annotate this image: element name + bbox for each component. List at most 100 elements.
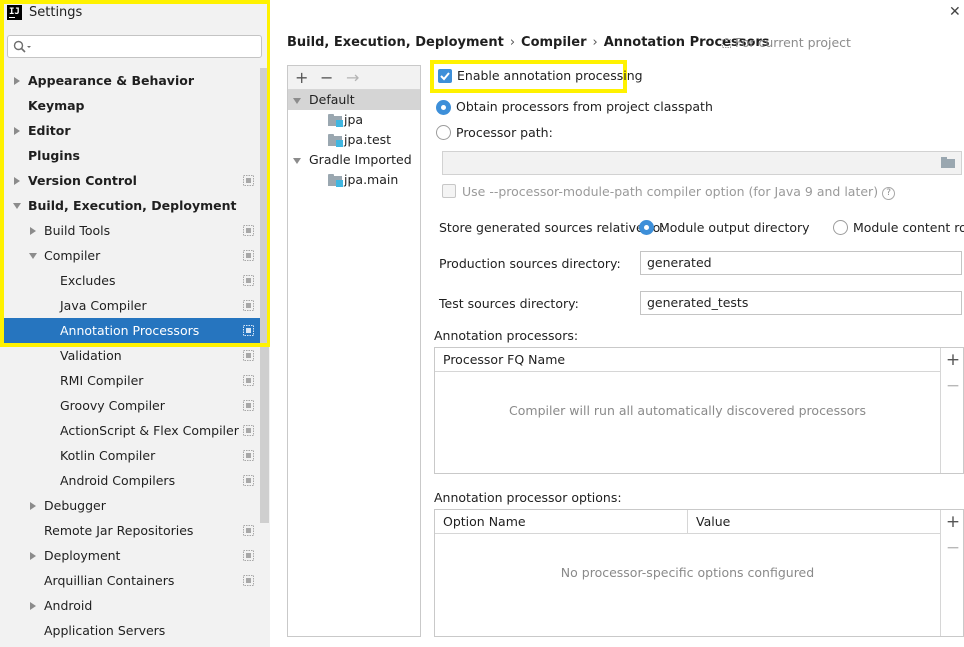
collapsed-arrow-icon[interactable] [28, 493, 38, 518]
sidebar-item-annotation-processors[interactable]: Annotation Processors [0, 318, 264, 343]
project-scope-icon [243, 550, 254, 561]
collapsed-arrow-icon[interactable] [28, 218, 38, 243]
project-scope-icon [243, 250, 254, 261]
sidebar-item-kotlin-compiler[interactable]: Kotlin Compiler [0, 443, 270, 468]
production-sources-label: Production sources directory: [439, 256, 621, 271]
module-output-directory-radio[interactable] [639, 220, 654, 235]
store-generated-label: Store generated sources relative to: [439, 220, 665, 235]
add-option-button[interactable]: + [941, 512, 964, 532]
option-name-column[interactable]: Option Name [435, 510, 687, 534]
project-scope-icon [243, 425, 254, 436]
sidebar-item-label: Validation [60, 348, 122, 363]
module-content-root-label[interactable]: Module content root [853, 220, 964, 235]
move-to-profile-button[interactable]: → [346, 68, 359, 88]
processors-table-header: Processor FQ Name [435, 348, 940, 372]
obtain-from-classpath-label[interactable]: Obtain processors from project classpath [456, 99, 713, 114]
profile-item-label: jpa.main [344, 172, 399, 187]
sidebar-item-build-tools[interactable]: Build Tools [0, 218, 270, 243]
test-sources-input[interactable]: generated_tests [640, 291, 962, 315]
sidebar-item-keymap[interactable]: Keymap [0, 93, 270, 118]
project-scope-icon [243, 575, 254, 586]
expanded-arrow-icon[interactable] [28, 243, 38, 268]
obtain-from-classpath-radio[interactable] [436, 100, 451, 115]
collapsed-arrow-icon[interactable] [12, 168, 22, 193]
sidebar-item-rmi-compiler[interactable]: RMI Compiler [0, 368, 270, 393]
sidebar-item-android-compilers[interactable]: Android Compilers [0, 468, 270, 493]
settings-search-input[interactable] [7, 35, 262, 58]
collapsed-arrow-icon[interactable] [12, 118, 22, 143]
processor-path-label[interactable]: Processor path: [456, 125, 553, 140]
sidebar-item-remote-jar-repositories[interactable]: Remote Jar Repositories [0, 518, 270, 543]
processor-path-field[interactable] [442, 151, 962, 175]
breadcrumb-separator: › [592, 35, 598, 50]
processors-empty-text: Compiler will run all automatically disc… [509, 403, 866, 418]
profile-group[interactable]: Gradle Imported [288, 150, 420, 170]
profiles-toolbar: + − → [288, 66, 420, 90]
profile-module[interactable]: jpa [288, 110, 420, 130]
sidebar-item-label: Compiler [44, 248, 101, 263]
help-icon[interactable]: ? [882, 187, 896, 200]
sidebar-item-arquillian-containers[interactable]: Arquillian Containers [0, 568, 270, 593]
sidebar-item-label: Deployment [44, 548, 121, 563]
sidebar-item-debugger[interactable]: Debugger [0, 493, 270, 518]
profile-item-label: Default [309, 92, 355, 107]
sidebar-item-excludes[interactable]: Excludes [0, 268, 270, 293]
remove-option-button[interactable]: − [941, 538, 964, 558]
module-folder-icon [328, 114, 343, 127]
sidebar-item-groovy-compiler[interactable]: Groovy Compiler [0, 393, 270, 418]
option-value-column[interactable]: Value [687, 510, 940, 534]
module-path-checkbox[interactable] [442, 184, 456, 198]
module-content-root-radio[interactable] [833, 220, 848, 235]
sidebar-item-editor[interactable]: Editor [0, 118, 270, 143]
sidebar-item-actionscript-flex-compiler[interactable]: ActionScript & Flex Compiler [0, 418, 270, 443]
sidebar-item-appearance-behavior[interactable]: Appearance & Behavior [0, 68, 270, 93]
collapsed-arrow-icon[interactable] [28, 543, 38, 568]
sidebar-item-compiler[interactable]: Compiler [0, 243, 270, 268]
processors-side-toolbar: + − [940, 348, 964, 473]
options-empty-text: No processor-specific options configured [560, 565, 815, 580]
sidebar-item-validation[interactable]: Validation [0, 343, 270, 368]
sidebar-item-build-execution-deployment[interactable]: Build, Execution, Deployment [0, 193, 270, 218]
breadcrumb-item: Compiler [521, 35, 587, 50]
remove-profile-button[interactable]: − [320, 68, 333, 88]
close-icon[interactable]: ✕ [949, 4, 961, 20]
production-sources-input[interactable]: generated [640, 251, 962, 275]
checkmark-icon [440, 72, 450, 81]
processor-path-radio[interactable] [436, 125, 451, 140]
sidebar-item-deployment[interactable]: Deployment [0, 543, 270, 568]
module-folder-icon [328, 174, 343, 187]
breadcrumb-separator: › [509, 35, 516, 50]
sidebar-item-android[interactable]: Android [0, 593, 270, 618]
project-scope-icon [243, 350, 254, 361]
sidebar-item-application-servers[interactable]: Application Servers [0, 618, 270, 643]
add-processor-button[interactable]: + [941, 350, 964, 370]
add-profile-button[interactable]: + [295, 68, 308, 88]
collapsed-arrow-icon[interactable] [28, 593, 38, 618]
remove-processor-button[interactable]: − [941, 376, 964, 396]
collapsed-arrow-icon[interactable] [12, 68, 22, 93]
sidebar-item-label: Groovy Compiler [60, 398, 165, 413]
profile-module[interactable]: jpa.main [288, 170, 420, 190]
project-scope-icon [243, 450, 254, 461]
title-bar: IJ Settings [0, 0, 270, 26]
processor-fq-name-column[interactable]: Processor FQ Name [435, 348, 565, 372]
sidebar-item-label: Annotation Processors [60, 323, 200, 338]
project-scope-icon [243, 175, 254, 186]
sidebar-item-plugins[interactable]: Plugins [0, 143, 270, 168]
profile-item-label: jpa.test [344, 132, 392, 147]
module-output-directory-label[interactable]: Module output directory [659, 220, 810, 235]
sidebar-item-label: Build Tools [44, 223, 111, 238]
profile-module[interactable]: jpa.test [288, 130, 420, 150]
expanded-arrow-icon[interactable] [12, 193, 22, 218]
browse-folder-icon[interactable] [941, 157, 955, 168]
enable-annotation-processing-checkbox[interactable] [438, 69, 452, 83]
sidebar-item-version-control[interactable]: Version Control [0, 168, 270, 193]
sidebar-item-label: Version Control [28, 173, 137, 188]
sidebar-item-java-compiler[interactable]: Java Compiler [0, 293, 270, 318]
profile-group[interactable]: Default [288, 90, 420, 110]
enable-annotation-processing-label[interactable]: Enable annotation processing [457, 68, 643, 83]
project-scope-icon [243, 325, 254, 336]
sidebar-scrollbar[interactable] [260, 68, 269, 523]
annotation-processors-table: Processor FQ Name Compiler will run all … [434, 347, 964, 474]
project-scope-icon [243, 275, 254, 286]
